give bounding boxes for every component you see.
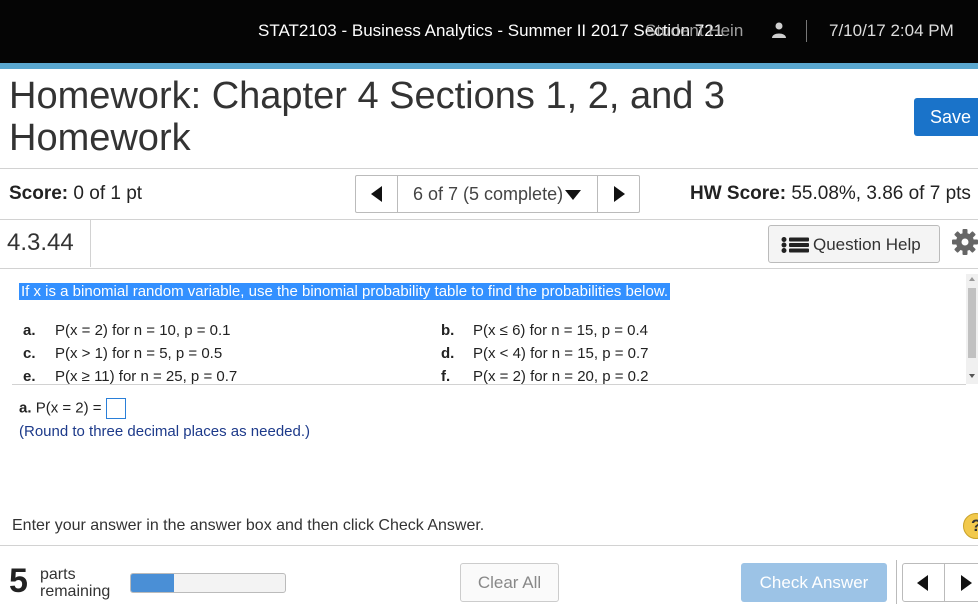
arrow-right-icon [614,186,625,202]
top-bar: STAT2103 - Business Analytics - Summer I… [0,0,978,63]
question-scrollbar[interactable] [966,274,978,384]
part-item: d. P(x < 4) for n = 15, p = 0.7 [441,345,649,362]
rounding-note: (Round to three decimal places as needed… [19,423,311,440]
accent-stripe [0,63,978,69]
previous-question-button[interactable] [903,564,945,601]
header-divider [806,20,807,42]
arrow-right-icon [961,575,972,591]
answer-input[interactable] [105,398,126,419]
scroll-thumb[interactable] [968,288,976,358]
parts-label-line1: parts [40,566,76,583]
score-value: 0 of 1 pt [73,183,143,204]
question-number-divider [90,220,91,267]
instruction-text: Enter your answer in the answer box and … [12,517,485,534]
part-text: P(x > 1) for n = 5, p = 0.5 [55,345,223,362]
divider-line [0,545,978,546]
arrow-left-icon [917,575,928,591]
part-letter: e. [23,368,36,385]
part-letter: b. [441,322,455,339]
question-help-label: Question Help [813,235,921,254]
part-item: c. P(x > 1) for n = 5, p = 0.5 [23,345,222,362]
answer-line: a. P(x = 2) = [19,398,126,419]
question-navigator: 6 of 7 (5 complete) [355,175,640,213]
question-number: 4.3.44 [7,229,74,256]
answer-letter: a. [19,399,32,417]
dropdown-arrow-icon[interactable] [565,190,581,200]
next-question-button[interactable] [597,176,639,212]
answer-expression: P(x = 2) = [35,399,102,417]
hw-score-value: 55.08%, 3.86 of 7 pts [791,183,971,204]
progress-bar [130,573,286,593]
previous-question-button[interactable] [356,176,398,212]
parts-remaining-count: 5 [9,562,28,600]
save-button[interactable]: Save [914,98,978,136]
scroll-up-icon[interactable] [969,277,975,281]
page-title: Homework: Chapter 4 Sections 1, 2, and 3… [9,75,726,159]
progress-fill [131,574,175,592]
person-icon[interactable] [772,22,786,38]
part-text: P(x ≥ 11) for n = 25, p = 0.7 [55,368,238,385]
user-name[interactable]: Student Hein [645,21,743,41]
scroll-down-icon[interactable] [969,374,975,378]
next-question-button[interactable] [945,564,978,601]
clear-all-button[interactable]: Clear All [460,563,559,602]
bottom-question-navigator [902,563,978,602]
divider-line [0,219,978,220]
score: Score: 0 of 1 pt [9,183,142,205]
hw-score: HW Score: 55.08%, 3.86 of 7 pts [690,183,971,205]
gear-icon[interactable] [952,229,978,255]
part-item: f. P(x = 2) for n = 20, p = 0.2 [441,368,649,385]
arrow-left-icon [371,186,382,202]
date-time: 7/10/17 2:04 PM [829,21,954,40]
part-text: P(x < 4) for n = 15, p = 0.7 [473,345,649,362]
part-letter: c. [23,345,36,362]
part-item: a. P(x = 2) for n = 10, p = 0.1 [23,322,231,339]
help-question-icon[interactable]: ? [963,513,978,539]
question-help-button[interactable]: Question Help [768,225,940,263]
divider-line [0,268,978,269]
parts-label-line2: remaining [40,583,111,600]
part-item: e. P(x ≥ 11) for n = 25, p = 0.7 [23,368,237,385]
divider-line [0,168,978,169]
parts-remaining-label: parts remaining [40,566,110,600]
hw-score-label: HW Score: [690,183,787,204]
part-letter: a. [23,322,36,339]
question-position[interactable]: 6 of 7 (5 complete) [413,184,563,205]
part-letter: d. [441,345,455,362]
divider-line [12,384,966,385]
bottom-divider [896,560,897,604]
list-icon [781,237,809,253]
part-text: P(x ≤ 6) for n = 15, p = 0.4 [473,322,648,339]
part-letter: f. [441,368,451,385]
part-text: P(x = 2) for n = 10, p = 0.1 [55,322,231,339]
check-answer-button[interactable]: Check Answer [741,563,887,602]
part-item: b. P(x ≤ 6) for n = 15, p = 0.4 [441,322,648,339]
score-label: Score: [9,183,69,204]
part-text: P(x = 2) for n = 20, p = 0.2 [473,368,649,385]
question-prompt: If x is a binomial random variable, use … [19,283,671,300]
